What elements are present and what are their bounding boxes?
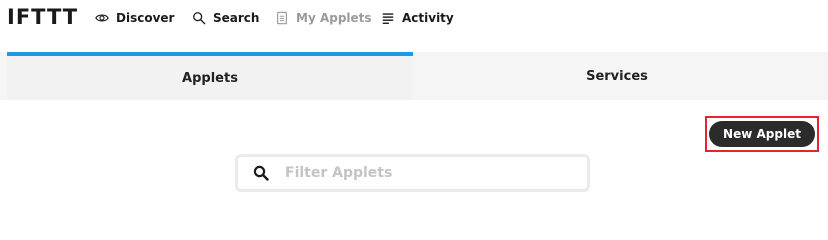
- nav-my-applets-label: My Applets: [296, 11, 372, 25]
- ifttt-logo[interactable]: IFTTT: [7, 5, 78, 29]
- tab-bar: Applets Services: [0, 52, 828, 100]
- nav-activity-label: Activity: [402, 11, 454, 25]
- filter-applets-input[interactable]: [283, 160, 567, 186]
- search-icon: [253, 165, 269, 181]
- search-icon: [193, 12, 206, 25]
- new-applet-button[interactable]: New Applet: [709, 121, 815, 147]
- tab-applets[interactable]: Applets: [7, 52, 413, 100]
- list-icon: [382, 13, 394, 24]
- nav-discover-label: Discover: [116, 11, 175, 25]
- nav-search[interactable]: Search: [192, 9, 259, 27]
- eye-icon: [95, 14, 109, 22]
- new-applet-highlight: New Applet: [705, 116, 819, 152]
- nav-activity[interactable]: Activity: [381, 9, 454, 27]
- nav-discover[interactable]: Discover: [95, 9, 174, 27]
- tab-services[interactable]: Services: [413, 52, 821, 100]
- top-nav: IFTTT Discover Search My Applets Activit…: [0, 0, 828, 36]
- nav-search-label: Search: [213, 11, 260, 25]
- filter-applets-field[interactable]: [235, 154, 590, 192]
- nav-my-applets[interactable]: My Applets: [275, 9, 372, 27]
- page: IFTTT Discover Search My Applets Activit…: [0, 0, 828, 200]
- document-icon: [277, 11, 287, 25]
